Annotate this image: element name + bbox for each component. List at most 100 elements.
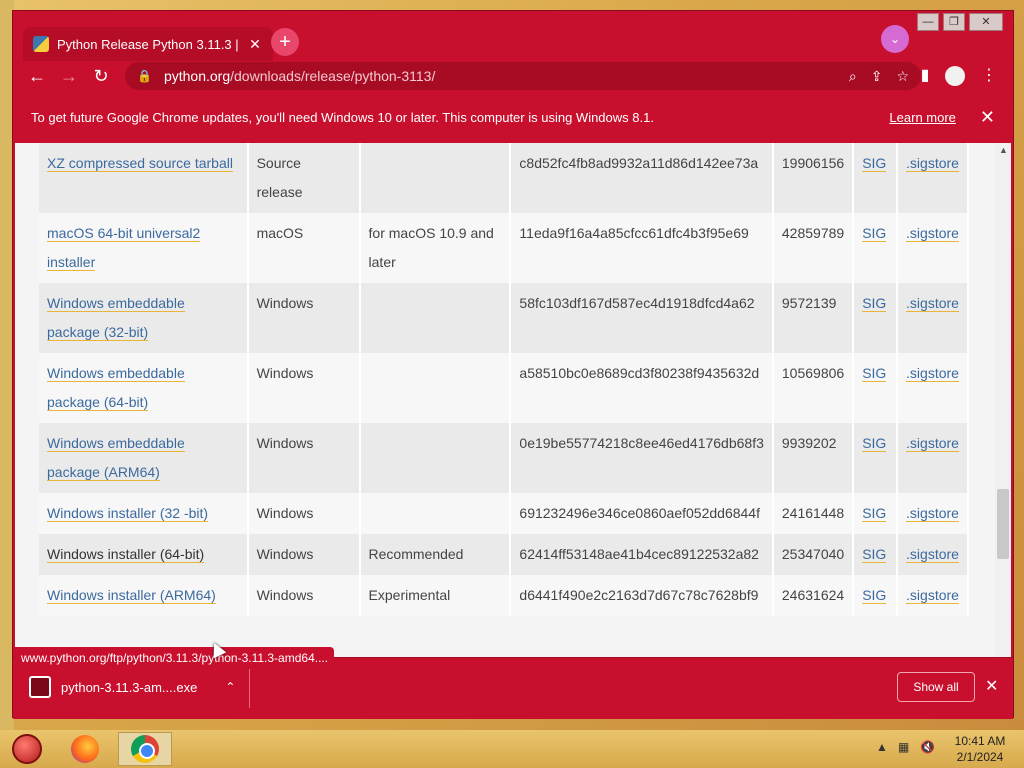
installer-file-icon (29, 676, 51, 698)
cell-os: Windows (247, 353, 361, 423)
sig-link[interactable]: SIG (862, 365, 887, 382)
sig-link[interactable]: SIG (862, 155, 887, 172)
cell-sigstore: .sigstore (897, 283, 969, 353)
cell-size: 25347040 (772, 534, 855, 575)
table-row: Windows installer (64-bit) Windows Recomme… (39, 534, 969, 575)
sigstore-link[interactable]: .sigstore (906, 155, 959, 172)
scrollbar-thumb[interactable] (997, 489, 1009, 559)
size-text: 24631624 (781, 587, 845, 603)
cell-sig: SIG (853, 353, 899, 423)
cell-name: Windows embeddable package (64-bit) (39, 353, 249, 423)
size-text: 10569806 (781, 365, 845, 381)
sig-link[interactable]: SIG (862, 505, 887, 522)
restore-button[interactable]: ❐ (943, 13, 965, 31)
lock-icon[interactable]: 🔒 (137, 69, 152, 83)
file-download-link[interactable]: Windows installer (32 -bit) (47, 505, 209, 522)
chrome-window: Python Release Python 3.11.3 | P ✕ + ⌄ —… (12, 10, 1014, 719)
sig-link[interactable]: SIG (862, 295, 887, 312)
cell-name: Windows installer (32 -bit) (39, 493, 249, 534)
infobar-message: To get future Google Chrome updates, you… (31, 109, 654, 125)
cell-sigstore: .sigstore (897, 213, 969, 283)
sig-link[interactable]: SIG (862, 435, 887, 452)
cell-os: Windows (247, 575, 361, 616)
sigstore-link[interactable]: .sigstore (906, 435, 959, 452)
chrome-icon (131, 735, 159, 763)
table-row: Windows embeddable package (ARM64) Window… (39, 423, 969, 493)
cell-name: Windows installer (ARM64) (39, 575, 249, 616)
url-text[interactable]: python.org/downloads/release/python-3113… (164, 68, 835, 84)
sigstore-link[interactable]: .sigstore (906, 295, 959, 312)
infobar-close-icon[interactable]: ✕ (980, 107, 995, 128)
file-download-link[interactable]: XZ compressed source tarball (47, 155, 233, 172)
show-all-button[interactable]: Show all (897, 672, 975, 702)
file-download-link[interactable]: Windows installer (ARM64) (47, 587, 216, 604)
cell-sig: SIG (853, 143, 899, 213)
forward-button[interactable]: → (57, 64, 81, 88)
sig-link[interactable]: SIG (862, 546, 887, 563)
tab-close-icon[interactable]: ✕ (247, 36, 263, 53)
file-download-link[interactable]: Windows embeddable package (ARM64) (47, 435, 185, 481)
tray-chevron-icon[interactable]: ▲ (876, 740, 888, 754)
back-button[interactable]: ← (25, 64, 49, 88)
search-icon[interactable]: ⌕ (849, 68, 857, 85)
taskbar-chrome[interactable] (118, 732, 172, 766)
volume-muted-icon[interactable]: 🔇 (920, 740, 935, 754)
taskbar-firefox[interactable] (58, 732, 112, 766)
share-icon[interactable]: ⇪ (871, 68, 883, 85)
cell-desc (359, 283, 512, 353)
sigstore-link[interactable]: .sigstore (906, 225, 959, 242)
files-table: XZ compressed source tarball Source relea… (39, 143, 969, 616)
cell-os: Windows (247, 493, 361, 534)
network-icon[interactable]: ▦ (898, 740, 909, 754)
cell-size: 42859789 (772, 213, 855, 283)
reload-button[interactable]: ↻ (89, 64, 113, 88)
scroll-up-icon[interactable]: ▲ (999, 145, 1008, 155)
file-download-link[interactable]: macOS 64-bit universal2 installer (47, 225, 201, 271)
sigstore-link[interactable]: .sigstore (906, 365, 959, 382)
sig-link[interactable]: SIG (862, 587, 887, 604)
sigstore-link[interactable]: .sigstore (906, 505, 959, 522)
python-favicon-icon (33, 36, 49, 52)
sidepanel-icon[interactable]: ▮ (913, 64, 937, 88)
cell-os: Source release (247, 143, 361, 213)
close-window-button[interactable]: ✕ (969, 13, 1003, 31)
sig-link[interactable]: SIG (862, 225, 887, 242)
file-download-link[interactable]: Windows embeddable package (32-bit) (47, 295, 185, 341)
md5-text: 11eda9f16a4a85cfcc61dfc4b3f95e69 (519, 225, 749, 241)
cell-md5: c8d52fc4fb8ad9932a11d86d142ee73a (510, 143, 774, 213)
cell-sig: SIG (853, 493, 899, 534)
desc-text: Experimental (368, 587, 451, 603)
tab-python-release[interactable]: Python Release Python 3.11.3 | P ✕ (23, 27, 273, 61)
os-text: Windows (256, 505, 314, 521)
cell-sigstore: .sigstore (897, 143, 969, 213)
star-icon[interactable]: ☆ (896, 68, 909, 85)
address-bar[interactable]: 🔒 python.org/downloads/release/python-31… (125, 62, 921, 90)
tab-search-icon[interactable]: ⌄ (881, 25, 909, 53)
size-text: 9939202 (781, 435, 837, 451)
chevron-up-icon[interactable]: ⌃ (225, 680, 235, 694)
scrollbar[interactable]: ▲ ▼ (995, 143, 1011, 667)
cell-os: Windows (247, 534, 361, 575)
minimize-button[interactable]: — (917, 13, 939, 31)
os-text: Windows (256, 587, 314, 603)
new-tab-button[interactable]: + (271, 28, 299, 56)
sigstore-link[interactable]: .sigstore (906, 587, 959, 604)
cell-desc (359, 423, 512, 493)
os-text: Source release (256, 155, 303, 200)
taskbar: ▲ ▦ 🔇 10:41 AM 2/1/2024 (0, 730, 1024, 768)
file-download-link[interactable]: Windows embeddable package (64-bit) (47, 365, 185, 411)
download-item[interactable]: python-3.11.3-am....exe ⌃ (29, 672, 235, 702)
table-row: Windows embeddable package (64-bit) Windo… (39, 353, 969, 423)
menu-icon[interactable]: ⋮ (977, 64, 1001, 88)
clock-date: 2/1/2024 (956, 750, 1004, 764)
cell-name: Windows installer (64-bit) (39, 534, 249, 575)
shelf-close-icon[interactable]: ✕ (985, 676, 998, 696)
profile-icon[interactable] (945, 66, 965, 86)
learn-more-link[interactable]: Learn more (889, 110, 955, 125)
start-button[interactable] (0, 732, 54, 766)
sigstore-link[interactable]: .sigstore (906, 546, 959, 563)
desc-text: for macOS 10.9 and later (368, 225, 494, 270)
file-download-link[interactable]: Windows installer (64-bit) (47, 546, 205, 563)
download-filename: python-3.11.3-am....exe (61, 679, 198, 695)
taskbar-clock[interactable]: 10:41 AM 2/1/2024 (948, 733, 1012, 765)
